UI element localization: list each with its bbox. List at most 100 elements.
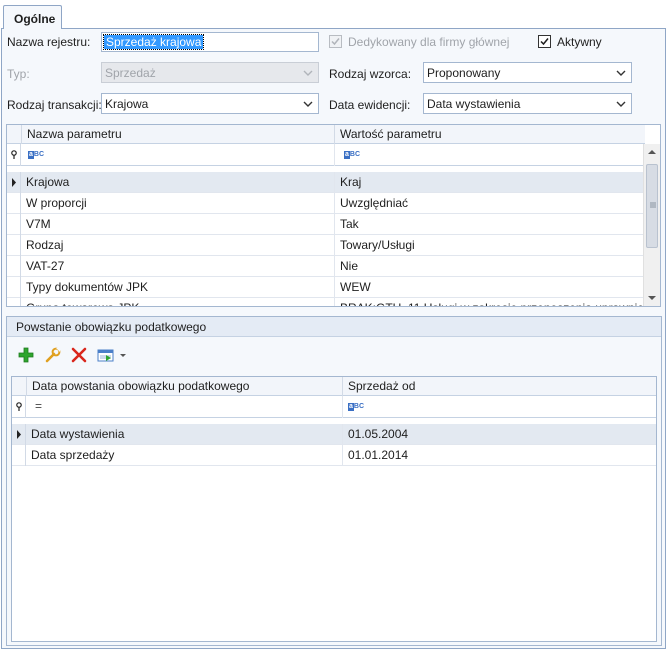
pattern-value: Proponowany bbox=[427, 66, 501, 80]
param-cell-name: Krajowa bbox=[26, 175, 70, 189]
row-indicator bbox=[7, 214, 21, 235]
params-filter-name[interactable]: aBC bbox=[21, 144, 334, 166]
param-cell-value: Tak bbox=[334, 214, 645, 235]
row-indicator bbox=[7, 277, 21, 298]
tab-ogolne[interactable]: Ogólne bbox=[3, 5, 62, 29]
param-cell-name: W proporcji bbox=[26, 196, 87, 210]
param-row[interactable]: Grupa towarowa JPKBRAK;GTU_11 Usługi w z… bbox=[7, 298, 645, 306]
param-cell-name: VAT-27 bbox=[26, 259, 65, 273]
abc-filter-icon: aBC bbox=[344, 151, 361, 159]
transaction-select[interactable]: Krajowa bbox=[101, 93, 319, 114]
record-date-value: Data wystawienia bbox=[427, 97, 521, 111]
type-label: Typ: bbox=[7, 67, 30, 81]
tax-row[interactable]: Data wystawienia 01.05.2004 bbox=[12, 424, 656, 445]
transaction-value: Krajowa bbox=[105, 97, 149, 111]
tax-group-header: Powstanie obowiązku podatkowego bbox=[7, 317, 661, 337]
equals-filter-icon: = bbox=[35, 399, 43, 413]
chevron-down-icon bbox=[616, 101, 626, 107]
pin-icon bbox=[16, 402, 22, 411]
param-cell-name: V7M bbox=[26, 217, 51, 231]
filter-pin-cell bbox=[12, 396, 26, 418]
current-row-arrow-icon bbox=[12, 178, 16, 187]
pattern-select[interactable]: Proponowany bbox=[423, 62, 632, 83]
abc-filter-icon: aBC bbox=[348, 403, 365, 411]
param-cell-value: Nie bbox=[334, 256, 645, 277]
tax-grid: Data powstania obowiązku podatkowego Spr… bbox=[11, 376, 657, 642]
row-indicator bbox=[7, 256, 21, 277]
add-button[interactable] bbox=[16, 345, 36, 365]
param-cell-name: Grupa towarowa JPK bbox=[21, 298, 334, 306]
record-date-label: Data ewidencji: bbox=[329, 98, 411, 112]
tax-cell-from: 01.01.2014 bbox=[342, 445, 656, 466]
row-indicator bbox=[7, 172, 21, 193]
tax-obligation-group: Powstanie obowiązku podatkowego Data pow… bbox=[6, 316, 662, 646]
chevron-down-icon bbox=[616, 70, 626, 76]
export-dropdown-icon bbox=[97, 349, 126, 362]
param-row[interactable]: Typy dokumentów JPK WEW bbox=[7, 277, 645, 298]
param-row[interactable]: VAT-27 Nie bbox=[7, 256, 645, 277]
registry-name-value: Sprzedaż krajowa bbox=[102, 34, 205, 50]
params-grid-header: Nazwa parametru Wartość parametru bbox=[7, 125, 645, 144]
params-filter-value[interactable]: aBC bbox=[334, 144, 645, 166]
param-cell-value: Kraj bbox=[334, 172, 645, 193]
tax-cell-date: Data wystawienia bbox=[31, 427, 125, 441]
transaction-label: Rodzaj transakcji: bbox=[7, 98, 102, 112]
tax-row[interactable]: Data sprzedaży 01.01.2014 bbox=[12, 445, 656, 466]
check-icon bbox=[540, 38, 549, 46]
tax-col-date-header[interactable]: Data powstania obowiązku podatkowego bbox=[26, 377, 342, 396]
active-checkbox[interactable] bbox=[538, 35, 551, 48]
params-col-value-header[interactable]: Wartość parametru bbox=[334, 125, 645, 144]
params-grid: Nazwa parametru Wartość parametru aBC aB… bbox=[6, 124, 661, 307]
params-scroll-thumb[interactable] bbox=[646, 164, 658, 248]
dedicated-label: Dedykowany dla firmy głównej bbox=[348, 35, 510, 49]
param-row[interactable]: W proporcji Uwzględniać bbox=[7, 193, 645, 214]
params-filter-row: aBC aBC bbox=[7, 144, 645, 166]
row-indicator bbox=[7, 235, 21, 256]
abc-filter-icon: aBC bbox=[28, 151, 45, 159]
param-cell-value: WEW bbox=[334, 277, 645, 298]
params-col-name-header[interactable]: Nazwa parametru bbox=[21, 125, 334, 144]
tax-grid-header: Data powstania obowiązku podatkowego Spr… bbox=[12, 377, 656, 396]
tax-filter-row: = aBC bbox=[12, 396, 656, 418]
active-label: Aktywny bbox=[557, 35, 602, 49]
pattern-label: Rodzaj wzorca: bbox=[329, 67, 412, 81]
current-row-arrow-icon bbox=[17, 430, 21, 439]
params-scrollbar[interactable] bbox=[643, 144, 660, 306]
tax-cell-date: Data sprzedaży bbox=[31, 448, 115, 462]
row-indicator bbox=[7, 298, 21, 306]
row-indicator bbox=[12, 445, 26, 466]
wrench-icon bbox=[45, 347, 61, 363]
record-date-select[interactable]: Data wystawienia bbox=[423, 93, 632, 114]
chevron-down-icon bbox=[303, 70, 313, 76]
param-row[interactable]: Krajowa Kraj bbox=[7, 172, 645, 193]
type-value: Sprzedaż bbox=[105, 66, 156, 80]
row-indicator bbox=[12, 424, 26, 445]
registry-name-label: Nazwa rejestru: bbox=[7, 35, 91, 49]
delete-button[interactable] bbox=[69, 345, 89, 365]
tax-cell-from: 01.05.2004 bbox=[342, 424, 656, 445]
export-menu-button[interactable] bbox=[95, 345, 131, 365]
plus-icon bbox=[18, 347, 34, 363]
delete-x-icon bbox=[71, 347, 87, 363]
registry-name-input[interactable]: Sprzedaż krajowa bbox=[101, 32, 319, 52]
chevron-down-icon bbox=[303, 101, 313, 107]
tax-filter-from[interactable]: aBC bbox=[342, 396, 656, 418]
grip-icon bbox=[650, 202, 656, 208]
type-select[interactable]: Sprzedaż bbox=[101, 62, 319, 83]
scroll-down-icon[interactable] bbox=[647, 294, 657, 302]
check-icon bbox=[331, 38, 340, 46]
scroll-up-icon[interactable] bbox=[647, 148, 657, 156]
param-cell-name: Typy dokumentów JPK bbox=[26, 280, 149, 294]
tax-filter-date[interactable]: = bbox=[26, 396, 342, 418]
param-row[interactable]: Rodzaj Towary/Usługi bbox=[7, 235, 645, 256]
filter-pin-cell bbox=[7, 144, 21, 166]
param-cell-value: BRAK;GTU_11 Usługi w zakresie przenoszen… bbox=[334, 298, 645, 306]
edit-button[interactable] bbox=[43, 345, 63, 365]
dedicated-checkbox[interactable] bbox=[329, 35, 342, 48]
tax-group-title: Powstanie obowiązku podatkowego bbox=[16, 320, 207, 334]
row-indicator bbox=[7, 193, 21, 214]
param-cell-value: Towary/Usługi bbox=[334, 235, 645, 256]
tax-col-from-header[interactable]: Sprzedaż od bbox=[342, 377, 656, 396]
param-cell-value: Uwzględniać bbox=[334, 193, 645, 214]
param-row[interactable]: V7M Tak bbox=[7, 214, 645, 235]
